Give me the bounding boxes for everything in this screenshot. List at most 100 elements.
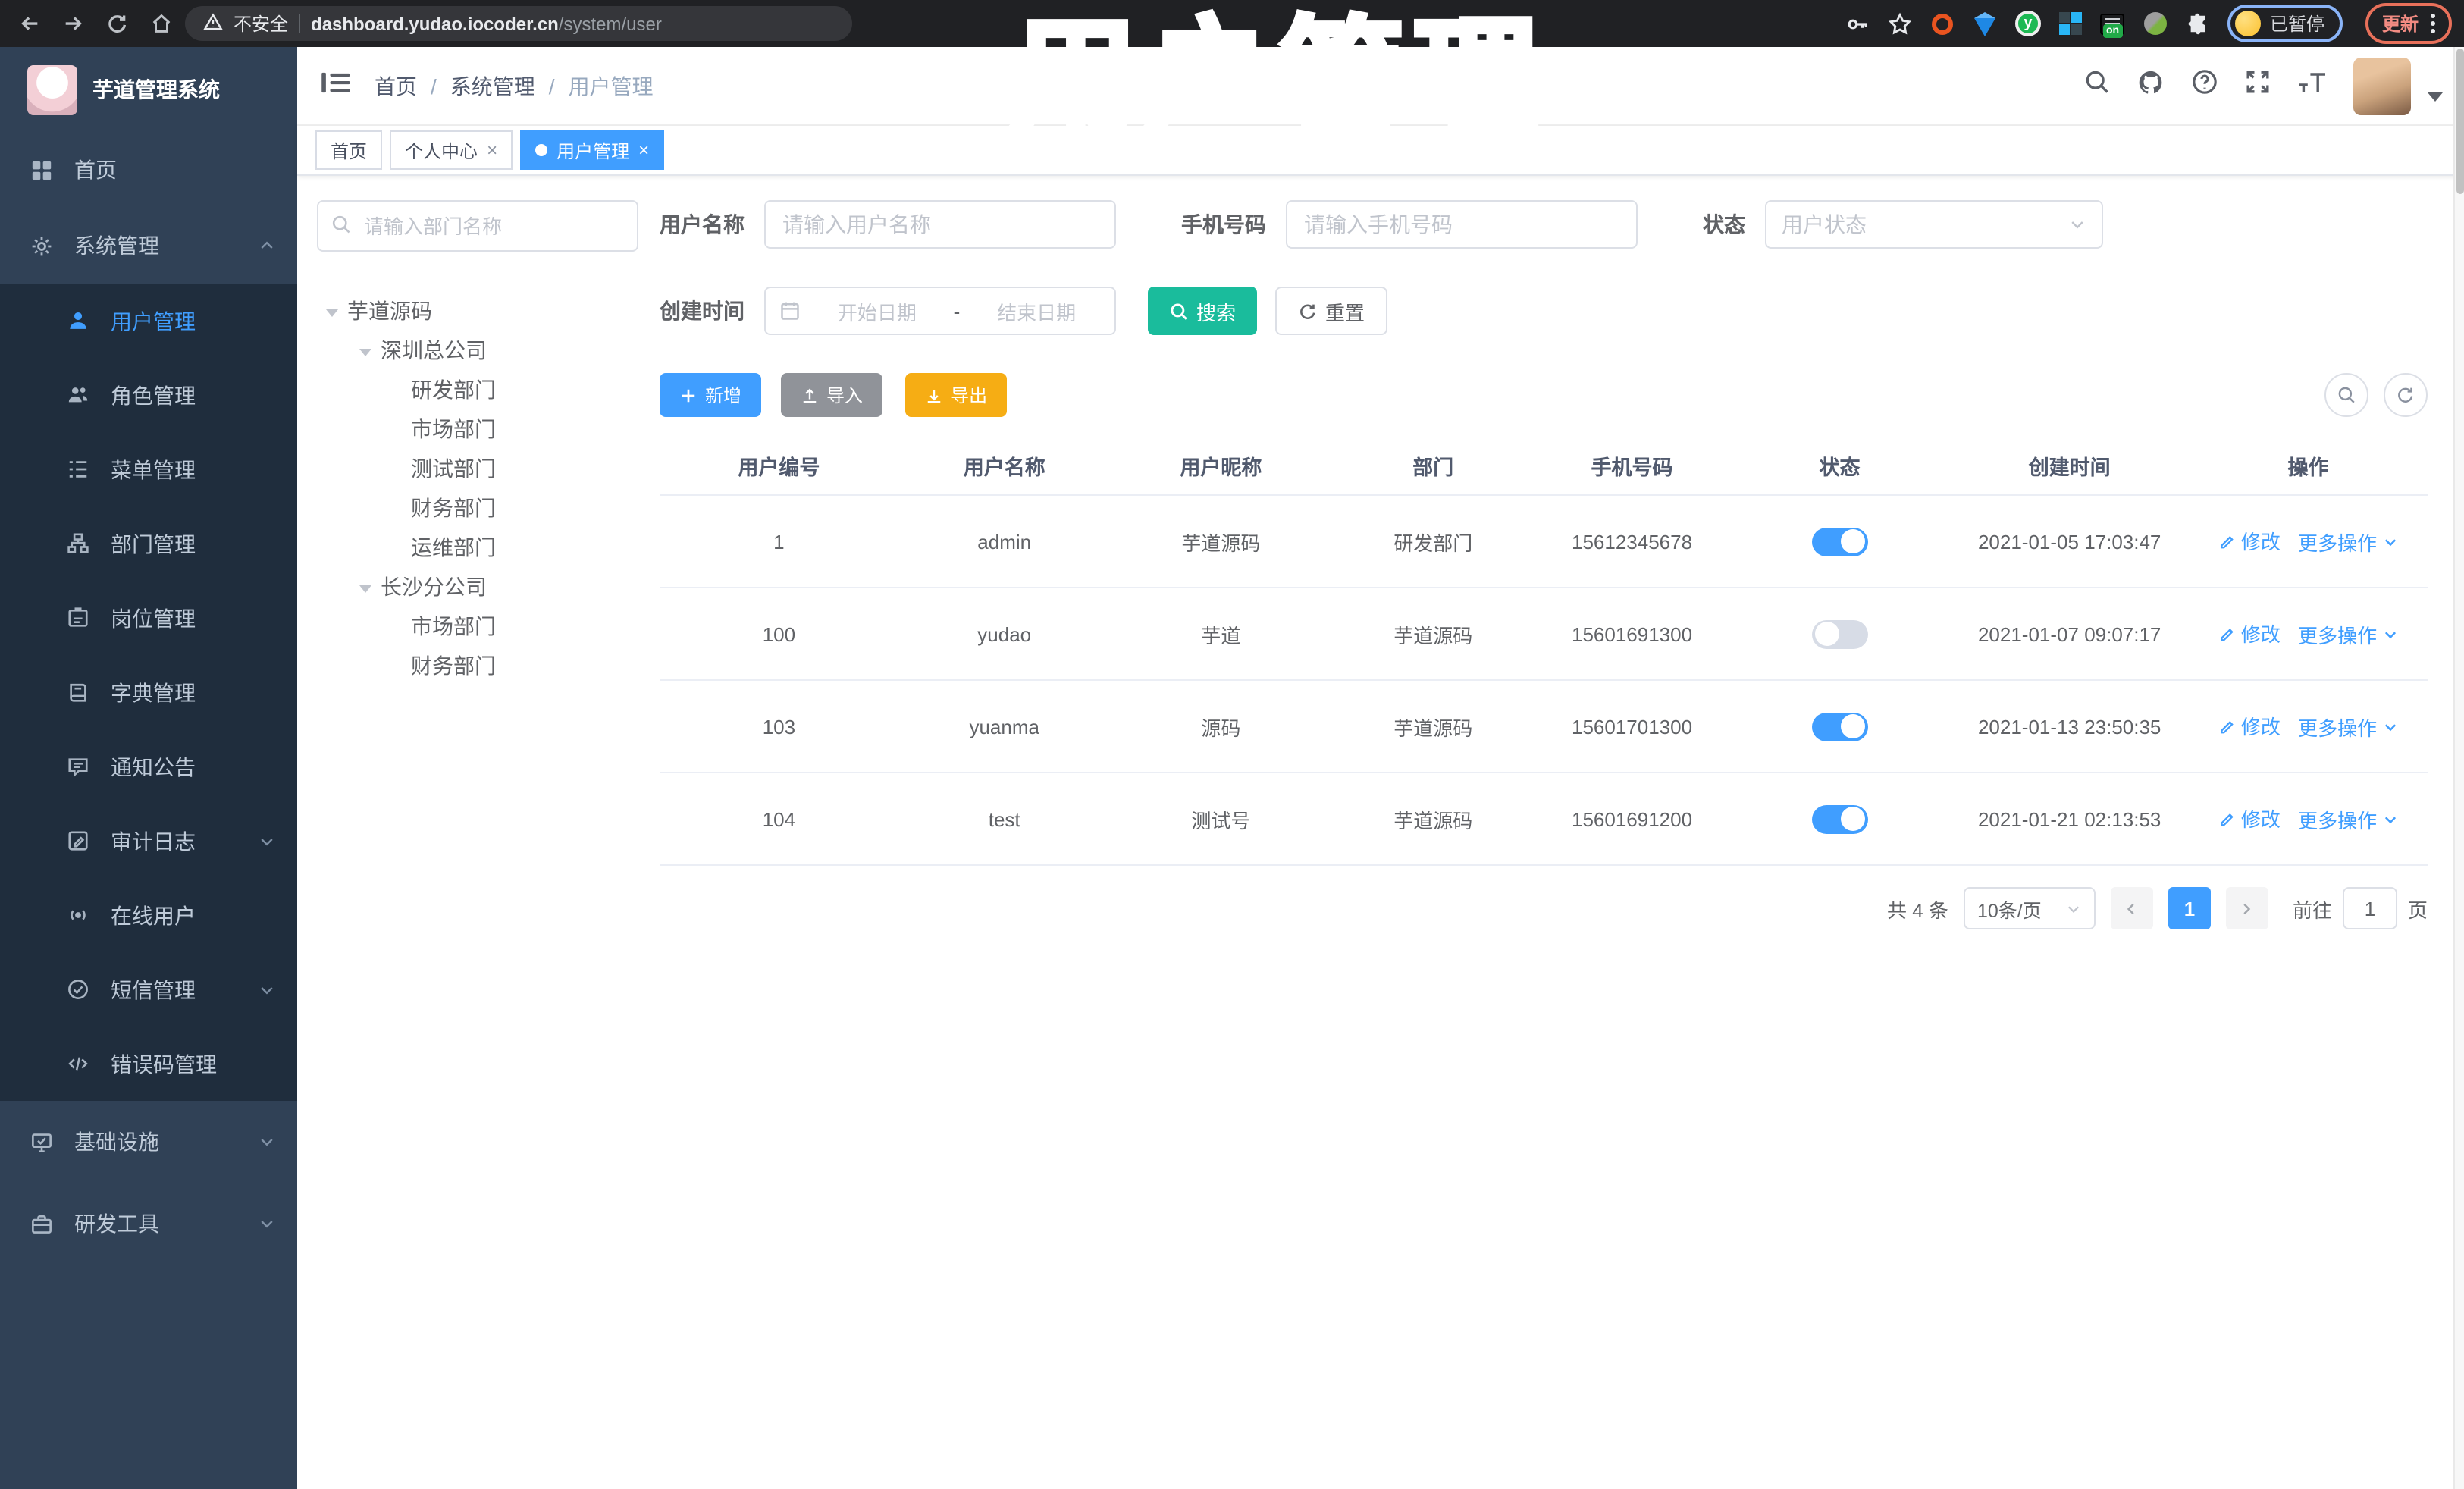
sidebar-item-dict-mgmt[interactable]: 字典管理 bbox=[0, 655, 297, 729]
tree-node[interactable]: 市场部门 bbox=[317, 409, 638, 449]
search-icon[interactable] bbox=[2083, 68, 2111, 103]
sms-icon bbox=[68, 980, 88, 999]
sidebar-item-home[interactable]: 首页 bbox=[0, 132, 297, 208]
app-logo[interactable]: 芋道管理系统 bbox=[0, 47, 297, 132]
reset-button[interactable]: 重置 bbox=[1275, 287, 1388, 335]
add-button[interactable]: 新增 bbox=[660, 373, 762, 417]
font-size-icon[interactable] bbox=[2297, 69, 2328, 102]
prev-page-button[interactable] bbox=[2110, 887, 2153, 929]
extension-tabs-on-icon[interactable]: on bbox=[2100, 11, 2126, 38]
tree-caret-icon[interactable] bbox=[326, 309, 338, 316]
browser-profile-paused-badge[interactable]: 已暂停 bbox=[2227, 5, 2343, 42]
edit-link[interactable]: 修改 bbox=[2218, 804, 2281, 833]
scrollbar-thumb[interactable] bbox=[2456, 49, 2463, 194]
export-button[interactable]: 导出 bbox=[905, 373, 1008, 417]
sidebar-item-role-mgmt[interactable]: 角色管理 bbox=[0, 358, 297, 432]
goto-page-input[interactable] bbox=[2342, 887, 2397, 929]
tree-node[interactable]: 深圳总公司 bbox=[317, 331, 638, 370]
tree-node[interactable]: 长沙分公司 bbox=[317, 567, 638, 607]
more-actions-link[interactable]: 更多操作 bbox=[2298, 620, 2398, 649]
edit-link[interactable]: 修改 bbox=[2218, 619, 2281, 648]
search-icon bbox=[2338, 387, 2355, 403]
sidebar-item-post-mgmt[interactable]: 岗位管理 bbox=[0, 581, 297, 655]
close-icon[interactable]: × bbox=[638, 139, 649, 161]
collapse-sidebar-icon[interactable] bbox=[321, 71, 350, 101]
extension-ubuntu-icon[interactable] bbox=[1930, 11, 1956, 36]
avatar-dropdown-caret-icon[interactable] bbox=[2428, 92, 2443, 101]
tree-node[interactable]: 财务部门 bbox=[317, 488, 638, 528]
tree-node[interactable]: 财务部门 bbox=[317, 646, 638, 685]
breadcrumb-system[interactable]: 系统管理 bbox=[450, 71, 535, 101]
refresh-table-button[interactable] bbox=[2384, 373, 2428, 417]
sidebar-item-sms-mgmt[interactable]: 短信管理 bbox=[0, 952, 297, 1027]
home-icon[interactable] bbox=[150, 12, 173, 35]
bookmark-star-icon[interactable] bbox=[1888, 11, 1914, 36]
chevron-right-icon bbox=[2244, 902, 2252, 914]
sidebar-item-dev-tools[interactable]: 研发工具 bbox=[0, 1183, 297, 1265]
close-icon[interactable]: × bbox=[487, 139, 497, 161]
sidebar-item-audit-log[interactable]: 审计日志 bbox=[0, 804, 297, 878]
next-page-button[interactable] bbox=[2225, 887, 2268, 929]
page-size-select[interactable]: 10条/页 bbox=[1963, 887, 2096, 929]
cell-created-at: 2021-01-05 17:03:47 bbox=[1977, 530, 2161, 553]
sidebar-item-notice[interactable]: 通知公告 bbox=[0, 729, 297, 804]
extension-gem-icon[interactable] bbox=[1973, 11, 1998, 36]
back-icon[interactable] bbox=[18, 12, 41, 35]
status-toggle[interactable] bbox=[1811, 712, 1868, 741]
extension-pen-icon[interactable] bbox=[2143, 11, 2168, 36]
tab-home[interactable]: 首页 bbox=[315, 130, 383, 170]
sidebar-item-system[interactable]: 系统管理 bbox=[0, 208, 297, 284]
forward-icon[interactable] bbox=[62, 12, 85, 35]
sidebar-item-infrastructure[interactable]: 基础设施 bbox=[0, 1101, 297, 1183]
tree-node[interactable]: 研发部门 bbox=[317, 370, 638, 409]
status-toggle[interactable] bbox=[1811, 804, 1868, 833]
tree-caret-icon[interactable] bbox=[359, 348, 371, 356]
extension-y-icon[interactable]: y bbox=[2014, 11, 2041, 36]
security-label[interactable]: 不安全 bbox=[234, 11, 288, 36]
dept-search-input[interactable] bbox=[317, 200, 638, 252]
browser-update-button[interactable]: 更新 bbox=[2365, 3, 2452, 44]
more-actions-link[interactable]: 更多操作 bbox=[2298, 528, 2398, 556]
tab-user-mgmt[interactable]: 用户管理 × bbox=[520, 130, 665, 170]
page-number-button[interactable]: 1 bbox=[2168, 887, 2211, 929]
cell-mobile: 15601691200 bbox=[1572, 807, 1693, 830]
tree-node[interactable]: 芋道源码 bbox=[317, 291, 638, 331]
url-text[interactable]: dashboard.yudao.iocoder.cn/system/user bbox=[311, 13, 662, 34]
tree-node[interactable]: 市场部门 bbox=[317, 607, 638, 646]
sidebar-item-dept-mgmt[interactable]: 部门管理 bbox=[0, 506, 297, 581]
breadcrumb-home[interactable]: 首页 bbox=[375, 71, 417, 101]
sidebar-item-errorcode-mgmt[interactable]: 错误码管理 bbox=[0, 1027, 297, 1101]
more-actions-link[interactable]: 更多操作 bbox=[2298, 805, 2398, 834]
extension-squares-icon[interactable] bbox=[2058, 11, 2083, 36]
sidebar-item-user-mgmt[interactable]: 用户管理 bbox=[0, 284, 297, 358]
status-toggle[interactable] bbox=[1811, 619, 1868, 648]
browser-menu-icon[interactable] bbox=[2431, 14, 2435, 33]
status-toggle[interactable] bbox=[1811, 527, 1868, 556]
tree-node[interactable]: 测试部门 bbox=[317, 449, 638, 488]
help-icon[interactable] bbox=[2191, 68, 2218, 103]
key-icon[interactable] bbox=[1845, 11, 1871, 36]
create-time-range-picker[interactable]: 开始日期 - 结束日期 bbox=[764, 287, 1116, 335]
more-actions-link[interactable]: 更多操作 bbox=[2298, 713, 2398, 741]
tree-caret-icon[interactable] bbox=[359, 585, 371, 592]
tab-profile[interactable]: 个人中心 × bbox=[390, 130, 513, 170]
username-input[interactable] bbox=[764, 200, 1116, 249]
github-icon[interactable] bbox=[2136, 67, 2165, 104]
cell-nickname: 芋道源码 bbox=[1181, 531, 1261, 554]
edit-link[interactable]: 修改 bbox=[2218, 712, 2281, 741]
search-button[interactable]: 搜索 bbox=[1148, 287, 1258, 335]
page-scrollbar[interactable] bbox=[2453, 47, 2464, 1489]
status-select[interactable]: 用户状态 bbox=[1765, 200, 2103, 249]
sidebar-item-menu-mgmt[interactable]: 菜单管理 bbox=[0, 432, 297, 506]
fullscreen-icon[interactable] bbox=[2244, 68, 2271, 103]
reload-icon[interactable] bbox=[106, 12, 129, 35]
sidebar-item-online-users[interactable]: 在线用户 bbox=[0, 878, 297, 952]
import-button[interactable]: 导入 bbox=[781, 373, 883, 417]
mobile-input[interactable] bbox=[1286, 200, 1638, 249]
toggle-search-button[interactable] bbox=[2324, 373, 2368, 417]
edit-link[interactable]: 修改 bbox=[2218, 527, 2281, 556]
user-avatar[interactable] bbox=[2353, 57, 2411, 114]
tree-node[interactable]: 运维部门 bbox=[317, 528, 638, 567]
address-bar[interactable]: 不安全 dashboard.yudao.iocoder.cn/system/us… bbox=[185, 6, 852, 41]
extensions-puzzle-icon[interactable] bbox=[2185, 11, 2211, 36]
